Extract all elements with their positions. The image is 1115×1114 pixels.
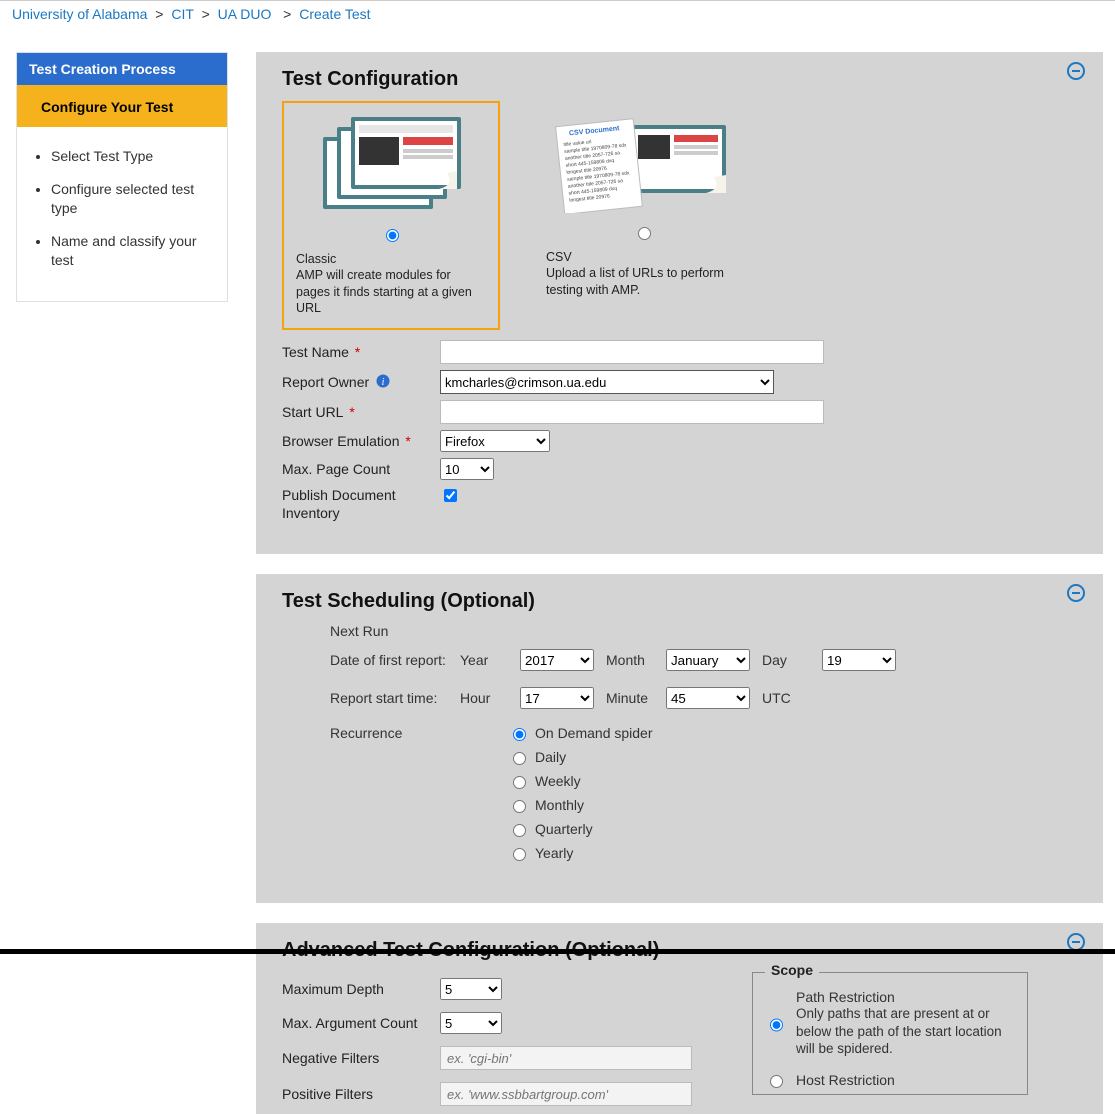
label-publish-doc-inventory: Publish Document Inventory xyxy=(282,486,440,522)
scope-host-title: Host Restriction xyxy=(796,1072,895,1088)
panel-title: Test Scheduling (Optional) xyxy=(282,590,1077,613)
scope-fieldset: Scope Path Restriction Only paths that a… xyxy=(752,972,1028,1095)
input-test-name[interactable] xyxy=(440,340,824,364)
label-browser-emulation: Browser Emulation * xyxy=(282,433,440,449)
label-positive-filters: Positive Filters xyxy=(282,1086,440,1102)
select-hour[interactable]: 17 xyxy=(520,687,594,709)
label-start-url: Start URL * xyxy=(282,404,440,420)
label-tz: UTC xyxy=(762,690,791,706)
breadcrumb-current[interactable]: Create Test xyxy=(299,6,370,22)
select-day[interactable]: 19 xyxy=(822,649,896,671)
select-year[interactable]: 2017 xyxy=(520,649,594,671)
label-max-arg-count: Max. Argument Count xyxy=(282,1015,440,1031)
radio-quarterly[interactable] xyxy=(513,824,526,837)
sidebar-step: Select Test Type xyxy=(51,147,217,166)
breadcrumb: University of Alabama > CIT > UA DUO > C… xyxy=(0,1,1115,30)
select-browser-emulation[interactable]: Firefox xyxy=(440,430,550,452)
label-test-name: Test Name * xyxy=(282,344,440,360)
type-thumb-csv: CSV Document title value url sample titl… xyxy=(538,105,746,220)
label-minute: Minute xyxy=(606,690,654,706)
select-max-arg-count[interactable]: 5 xyxy=(440,1012,502,1034)
select-max-page-count[interactable]: 10 xyxy=(440,458,494,480)
input-positive-filters[interactable] xyxy=(440,1082,692,1106)
checkbox-publish-doc-inventory[interactable] xyxy=(444,489,457,502)
recurrence-options: On Demand spider Daily Weekly Monthly Qu… xyxy=(508,725,653,861)
label-report-start-time: Report start time: xyxy=(330,690,460,706)
radio-monthly[interactable] xyxy=(513,800,526,813)
select-report-owner[interactable]: kmcharles@crimson.ua.edu xyxy=(440,370,774,394)
label-date-first-report: Date of first report: xyxy=(330,652,460,668)
radio-on-demand[interactable] xyxy=(513,728,526,741)
label-max-depth: Maximum Depth xyxy=(282,981,440,997)
sidebar: Test Creation Process Configure Your Tes… xyxy=(16,52,228,302)
type-name: CSV xyxy=(546,249,740,265)
breadcrumb-project[interactable]: UA DUO xyxy=(218,6,272,22)
label-next-run: Next Run xyxy=(330,623,1077,639)
input-negative-filters[interactable] xyxy=(440,1046,692,1070)
sidebar-step: Configure selected test type xyxy=(51,180,217,218)
select-month[interactable]: January xyxy=(666,649,750,671)
scope-legend: Scope xyxy=(765,962,819,978)
type-desc-text: Upload a list of URLs to perform testing… xyxy=(546,266,724,296)
label-max-page-count: Max. Page Count xyxy=(282,461,440,477)
panel-test-scheduling: Test Scheduling (Optional) Next Run Date… xyxy=(256,574,1103,903)
scope-path-title: Path Restriction xyxy=(796,989,1015,1005)
radio-scope-host[interactable] xyxy=(770,1075,783,1088)
radio-daily[interactable] xyxy=(513,752,526,765)
label-year: Year xyxy=(460,652,508,668)
sidebar-header: Test Creation Process xyxy=(17,53,227,85)
label-recurrence: Recurrence xyxy=(330,725,460,741)
sidebar-step: Name and classify your test xyxy=(51,232,217,270)
label-hour: Hour xyxy=(460,690,508,706)
type-radio-classic[interactable] xyxy=(386,229,399,242)
type-radio-csv[interactable] xyxy=(638,227,651,240)
type-thumb-classic xyxy=(288,107,496,222)
panel-test-configuration: Test Configuration xyxy=(256,52,1103,554)
type-name: Classic xyxy=(296,251,486,267)
label-day: Day xyxy=(762,652,810,668)
select-max-depth[interactable]: 5 xyxy=(440,978,502,1000)
sidebar-steps: Select Test Type Configure selected test… xyxy=(17,127,227,301)
breadcrumb-org[interactable]: University of Alabama xyxy=(12,6,147,22)
radio-weekly[interactable] xyxy=(513,776,526,789)
label-month: Month xyxy=(606,652,654,668)
sidebar-active-step[interactable]: Configure Your Test xyxy=(17,85,227,127)
collapse-icon[interactable] xyxy=(1067,584,1085,602)
label-report-owner: Report Owner i xyxy=(282,374,440,390)
type-card-classic[interactable]: Classic AMP will create modules for page… xyxy=(282,101,500,330)
panel-title: Test Configuration xyxy=(282,68,1077,91)
radio-yearly[interactable] xyxy=(513,848,526,861)
type-desc-text: AMP will create modules for pages it fin… xyxy=(296,268,472,315)
collapse-icon[interactable] xyxy=(1067,62,1085,80)
breadcrumb-unit[interactable]: CIT xyxy=(171,6,193,22)
input-start-url[interactable] xyxy=(440,400,824,424)
info-icon[interactable]: i xyxy=(376,374,390,388)
radio-scope-path[interactable] xyxy=(770,992,783,1058)
select-minute[interactable]: 45 xyxy=(666,687,750,709)
svg-text:i: i xyxy=(382,377,385,388)
label-negative-filters: Negative Filters xyxy=(282,1050,440,1066)
scope-path-desc: Only paths that are present at or below … xyxy=(796,1005,1015,1058)
type-card-csv[interactable]: CSV Document title value url sample titl… xyxy=(534,101,752,330)
